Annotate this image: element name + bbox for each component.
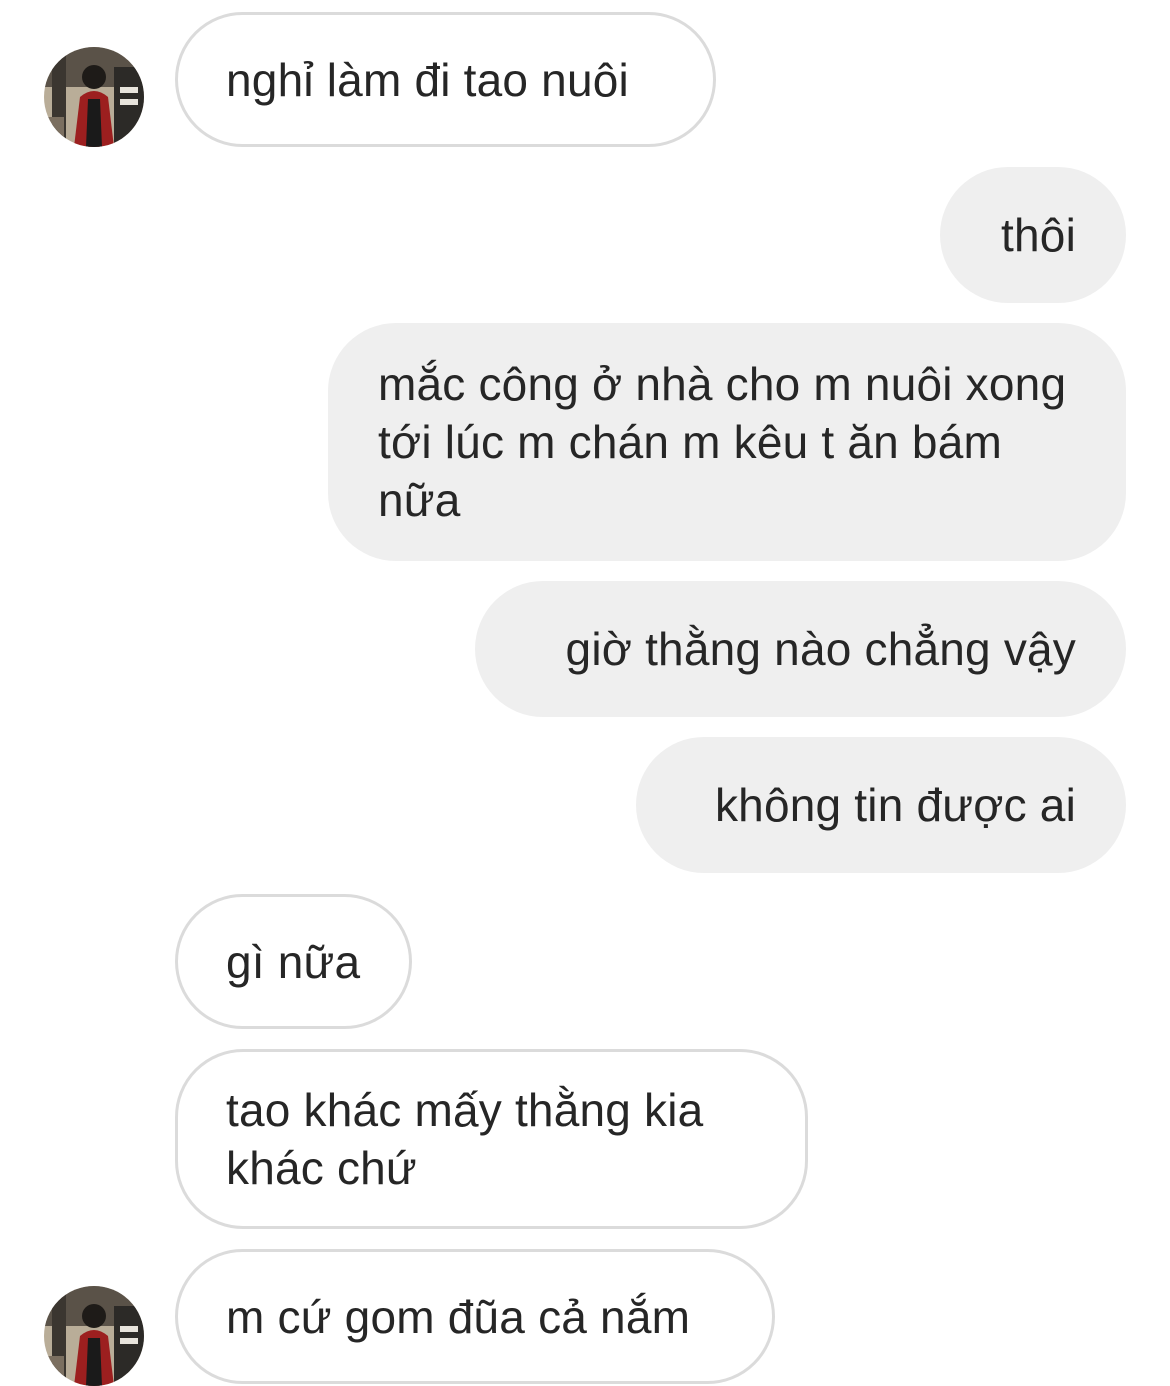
message-text: tao khác mấy thằng kia khác chứ: [226, 1084, 704, 1194]
message-text: không tin được ai: [714, 779, 1076, 831]
message-bubble-outgoing[interactable]: mắc công ở nhà cho m nuôi xong tới lúc m…: [328, 323, 1126, 561]
message-bubble-incoming[interactable]: gì nữa: [175, 894, 412, 1029]
message-bubble-outgoing[interactable]: thôi: [940, 167, 1126, 303]
message-text: m cứ gom đũa cả nắm: [226, 1290, 691, 1343]
message-bubble-incoming[interactable]: m cứ gom đũa cả nắm: [175, 1249, 775, 1384]
avatar-photo: [44, 1286, 144, 1386]
message-bubble-incoming[interactable]: nghỉ làm đi tao nuôi: [175, 12, 716, 147]
message-bubble-incoming[interactable]: tao khác mấy thằng kia khác chứ: [175, 1049, 808, 1229]
message-text: nghỉ làm đi tao nuôi: [226, 53, 629, 106]
message-text: gì nữa: [226, 935, 361, 988]
contact-avatar[interactable]: [44, 47, 144, 147]
message-text: giờ thằng nào chẳng vậy: [565, 623, 1076, 675]
contact-avatar[interactable]: [44, 1286, 144, 1386]
message-text: thôi: [1001, 209, 1076, 261]
message-bubble-outgoing[interactable]: giờ thằng nào chẳng vậy: [475, 581, 1126, 717]
message-bubble-outgoing[interactable]: không tin được ai: [636, 737, 1126, 873]
message-text: mắc công ở nhà cho m nuôi xong tới lúc m…: [378, 358, 1067, 526]
avatar-photo: [44, 47, 144, 147]
